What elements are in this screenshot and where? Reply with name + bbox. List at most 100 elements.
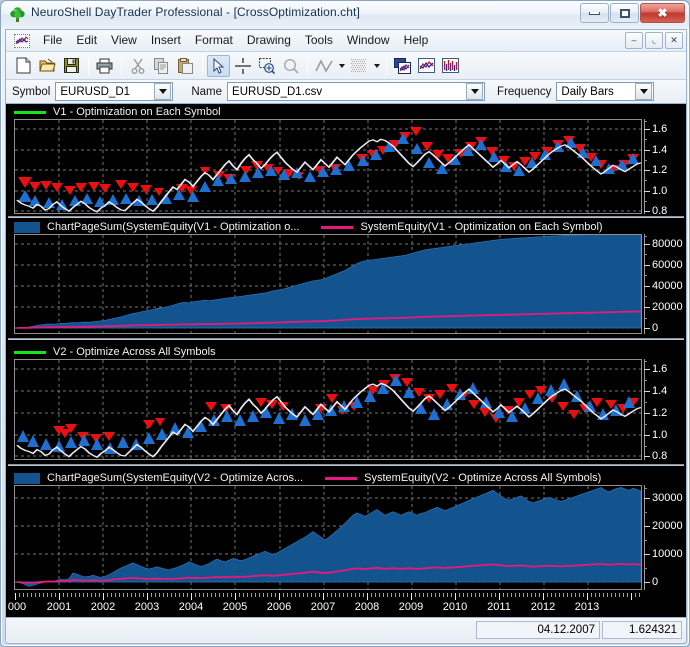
- copy-button[interactable]: [150, 55, 173, 77]
- panel-3-yminor: [644, 424, 647, 425]
- legend-entry-chartpagesum-v2[interactable]: ChartPageSum(SystemEquity(V2 - Optimize …: [14, 472, 303, 484]
- minimize-button[interactable]: [580, 3, 609, 23]
- menu-edit[interactable]: Edit: [69, 31, 104, 50]
- frequency-combobox[interactable]: Daily Bars: [556, 82, 655, 101]
- menu-format[interactable]: Format: [188, 31, 240, 50]
- menu-drawing[interactable]: Drawing: [240, 31, 298, 50]
- panel-4-plot[interactable]: [14, 485, 642, 590]
- save-button[interactable]: [60, 55, 83, 77]
- chart-document-icon[interactable]: [14, 33, 30, 48]
- legend-entry-chartpagesum-v1[interactable]: ChartPageSum(SystemEquity(V1 - Optimizat…: [14, 221, 299, 233]
- name-chevron-down-icon[interactable]: [466, 83, 484, 100]
- x-minor-tick: [567, 593, 568, 597]
- x-minor-tick: [483, 593, 484, 597]
- x-axis-label: 2009: [398, 601, 424, 613]
- panel-separator-1[interactable]: [8, 216, 684, 218]
- mdi-restore-button[interactable]: ◟: [645, 32, 663, 49]
- chart-view-button[interactable]: [415, 55, 438, 77]
- panel-2-yminor: [644, 318, 647, 319]
- x-minor-tick: [223, 593, 224, 597]
- x-minor-tick: [187, 593, 188, 597]
- panel-separator-2[interactable]: [8, 338, 684, 340]
- menu-view[interactable]: View: [104, 31, 144, 50]
- name-combobox[interactable]: EURUSD_D1.csv: [227, 82, 486, 101]
- line-style-dropdown-arrow-icon[interactable]: [336, 55, 347, 77]
- symbol-combobox[interactable]: EURUSD_D1: [55, 82, 174, 101]
- legend-entry-v1[interactable]: V1 - Optimization on Each Symbol: [14, 106, 221, 118]
- print-button[interactable]: [93, 55, 116, 77]
- cut-button[interactable]: [126, 55, 149, 77]
- x-axis[interactable]: 000 2001 2002 2003 2004 2005 2006 2007 2…: [6, 593, 686, 617]
- chart-panel-1[interactable]: V1 - Optimization on Each Symbol 1.6 1.4…: [6, 104, 686, 217]
- status-date-field: 04.12.2007: [476, 621, 600, 639]
- x-minor-tick: [547, 593, 548, 597]
- x-major-tick: [59, 593, 60, 600]
- restore-button[interactable]: [610, 3, 639, 23]
- x-minor-tick: [495, 593, 496, 597]
- paste-button[interactable]: [174, 55, 197, 77]
- panel-1-ytick: 1.4: [644, 144, 667, 156]
- chart-panel-3[interactable]: V2 - Optimize Across All Symbols 1.6 1.4…: [6, 344, 686, 462]
- x-axis-label: 2002: [90, 601, 116, 613]
- zoom-in-button[interactable]: [255, 55, 278, 77]
- x-minor-tick: [535, 593, 536, 597]
- legend-box-swatch: [14, 472, 40, 484]
- x-minor-tick: [227, 593, 228, 597]
- panel-1-yminor: [644, 121, 647, 122]
- line-style-button[interactable]: [312, 55, 335, 77]
- x-minor-tick: [551, 593, 552, 597]
- close-button[interactable]: ✖: [640, 3, 685, 23]
- frequency-chevron-down-icon[interactable]: [635, 83, 653, 100]
- toolbar-separator-2: [121, 56, 122, 75]
- x-minor-tick: [75, 593, 76, 597]
- x-minor-tick: [423, 593, 424, 597]
- chart-panel-2[interactable]: ChartPageSum(SystemEquity(V1 - Optimizat…: [6, 219, 686, 336]
- chart-canvas[interactable]: V1 - Optimization on Each Symbol 1.6 1.4…: [6, 104, 686, 618]
- bar-chart-button[interactable]: [439, 55, 462, 77]
- x-minor-tick: [375, 593, 376, 597]
- x-minor-tick: [171, 593, 172, 597]
- panel-2-plot[interactable]: [14, 234, 642, 334]
- legend-entry-v2[interactable]: V2 - Optimize Across All Symbols: [14, 346, 216, 358]
- pattern-fill-dropdown-arrow-icon[interactable]: [371, 55, 382, 77]
- select-pointer-button[interactable]: [207, 54, 230, 77]
- legend-entry-systemequity-v2[interactable]: SystemEquity(V2 - Optimize Across All Sy…: [325, 472, 601, 484]
- menu-file[interactable]: File: [36, 31, 69, 50]
- mdi-close-button[interactable]: ✕: [665, 32, 683, 49]
- panel-separator-3[interactable]: [8, 464, 684, 466]
- pattern-fill-button[interactable]: [347, 55, 370, 77]
- legend-entry-systemequity-v1[interactable]: SystemEquity(V1 - Optimization on Each S…: [321, 221, 603, 233]
- x-minor-tick: [415, 593, 416, 597]
- zoom-out-button[interactable]: [279, 55, 302, 77]
- menu-window[interactable]: Window: [340, 31, 397, 50]
- mdi-minimize-button[interactable]: –: [625, 32, 643, 49]
- open-button[interactable]: [36, 55, 59, 77]
- x-minor-tick: [207, 593, 208, 597]
- crosshair-button[interactable]: [231, 55, 254, 77]
- x-axis-label: 2006: [266, 601, 292, 613]
- panel-3-ytick: 1.6: [644, 363, 667, 375]
- menu-tools[interactable]: Tools: [298, 31, 340, 50]
- x-minor-tick: [155, 593, 156, 597]
- x-minor-tick: [519, 593, 520, 597]
- panel-3-plot[interactable]: [14, 359, 642, 460]
- x-minor-tick: [63, 593, 64, 597]
- new-chart-button[interactable]: [391, 55, 414, 77]
- legend-label: V1 - Optimization on Each Symbol: [53, 106, 221, 118]
- new-button[interactable]: [12, 55, 35, 77]
- x-minor-tick: [79, 593, 80, 597]
- symbol-chevron-down-icon[interactable]: [154, 83, 172, 100]
- x-minor-tick: [299, 593, 300, 597]
- symbol-label: Symbol: [12, 85, 51, 98]
- x-major-tick: [499, 593, 500, 600]
- menu-insert[interactable]: Insert: [144, 31, 188, 50]
- x-minor-tick: [95, 593, 96, 597]
- menu-help[interactable]: Help: [397, 31, 436, 50]
- x-minor-tick: [491, 593, 492, 597]
- panel-1-plot[interactable]: [14, 119, 642, 214]
- chart-view-icon: [418, 58, 435, 73]
- print-icon: [96, 58, 113, 74]
- panel-2-yminor: [644, 296, 647, 297]
- legend-label: SystemEquity(V1 - Optimization on Each S…: [360, 221, 603, 233]
- x-minor-tick: [35, 593, 36, 597]
